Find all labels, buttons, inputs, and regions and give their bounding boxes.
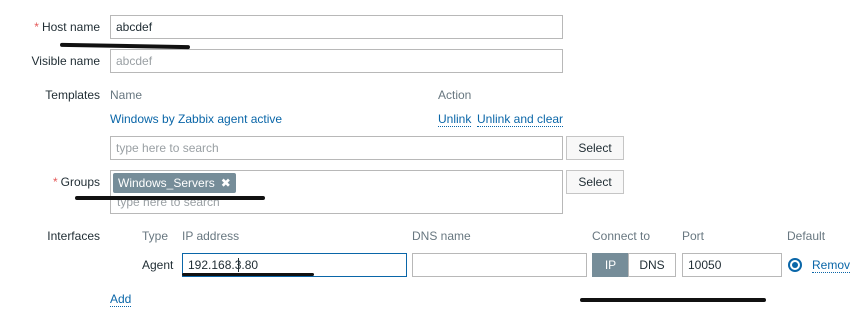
ip-address-value: 192.168.3.80: [188, 258, 259, 272]
templates-select-button[interactable]: Select: [566, 136, 624, 160]
group-chip-label: Windows_Servers: [118, 176, 215, 190]
chip-remove-icon[interactable]: ✖: [221, 176, 231, 190]
marker-scribble: [580, 298, 766, 302]
default-radio[interactable]: [788, 258, 802, 272]
host-name-input[interactable]: abcdef: [110, 15, 563, 39]
host-name-label: * Host name: [34, 20, 100, 34]
groups-select-button[interactable]: Select: [566, 170, 624, 194]
visible-name-input[interactable]: abcdef: [110, 49, 563, 73]
groups-multiselect[interactable]: Windows_Servers ✖ type here to search: [110, 170, 563, 214]
connect-dns-toggle[interactable]: DNS: [628, 253, 676, 277]
templates-search-input[interactable]: type here to search: [110, 136, 563, 160]
template-link[interactable]: Windows by Zabbix agent active: [110, 112, 282, 126]
connect-ip-toggle[interactable]: IP: [592, 253, 629, 277]
interface-type: Agent: [142, 258, 174, 272]
marker-scribble: [75, 196, 265, 200]
add-interface-link[interactable]: Add: [110, 292, 132, 307]
visible-name-label: Visible name: [31, 54, 100, 68]
interfaces-label: Interfaces: [47, 229, 100, 243]
interfaces-ip-header: IP address: [182, 229, 240, 243]
interfaces-port-header: Port: [682, 229, 705, 243]
group-chip: Windows_Servers ✖: [113, 173, 236, 193]
templates-name-header: Name: [110, 88, 143, 102]
templates-search-placeholder: type here to search: [116, 141, 219, 155]
interfaces-connect-header: Connect to: [592, 229, 651, 243]
text-caret: [238, 258, 239, 272]
marker-scribble: [182, 273, 314, 276]
templates-label: Templates: [45, 88, 100, 102]
interfaces-default-header: Default: [787, 229, 826, 243]
required-marker: *: [34, 20, 39, 34]
port-input[interactable]: 10050: [682, 253, 782, 277]
interfaces-dns-header: DNS name: [412, 229, 471, 243]
unlink-link[interactable]: Unlink: [438, 112, 472, 127]
interfaces-type-header: Type: [142, 229, 169, 243]
dns-name-input[interactable]: [412, 253, 587, 277]
visible-name-placeholder: abcdef: [116, 54, 153, 68]
templates-action-header: Action: [438, 88, 472, 102]
remove-link[interactable]: Remov: [812, 258, 850, 273]
groups-label: * Groups: [52, 175, 100, 189]
unlink-and-clear-link[interactable]: Unlink and clear: [477, 112, 564, 127]
required-marker: *: [52, 175, 58, 189]
default-radio-dot: [792, 262, 798, 268]
